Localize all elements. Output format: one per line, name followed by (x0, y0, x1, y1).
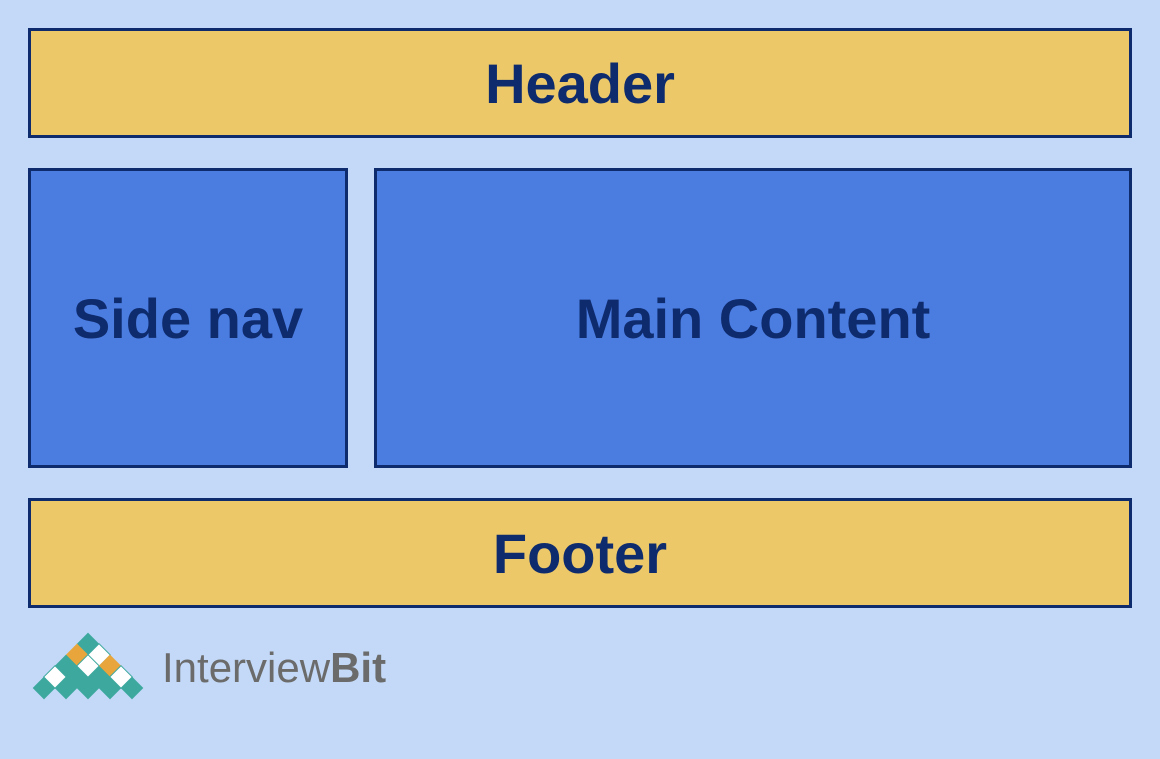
logo-prefix: Interview (162, 644, 330, 691)
header-region: Header (28, 28, 1132, 138)
main-content-label: Main Content (576, 286, 931, 351)
main-content-region: Main Content (374, 168, 1132, 468)
header-label: Header (485, 51, 675, 116)
middle-row: Side nav Main Content (28, 168, 1132, 468)
logo-text: InterviewBit (162, 644, 386, 692)
logo-suffix: Bit (330, 644, 386, 691)
side-nav-label: Side nav (73, 286, 303, 351)
logo: InterviewBit (28, 628, 1132, 708)
footer-label: Footer (493, 521, 667, 586)
side-nav-region: Side nav (28, 168, 348, 468)
interviewbit-logo-icon (28, 628, 148, 708)
footer-region: Footer (28, 498, 1132, 608)
